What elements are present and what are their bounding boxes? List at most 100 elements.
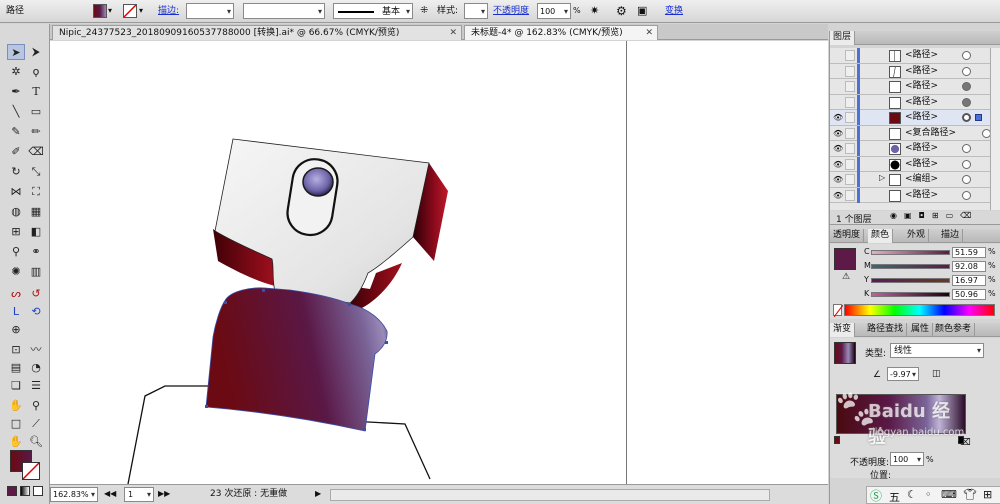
horizontal-scrollbar[interactable] bbox=[330, 489, 770, 501]
stroke-dropdown-icon[interactable]: ▾ bbox=[139, 3, 143, 19]
variable-width-dropdown[interactable] bbox=[243, 3, 325, 20]
target-icon[interactable] bbox=[962, 144, 971, 153]
align-stroke-icon[interactable]: ⁜ bbox=[420, 3, 428, 19]
gradient-tool-icon[interactable]: ◧ bbox=[27, 224, 45, 240]
tab-document-1[interactable]: Nipic_24377523_20180909160537788000 [转换]… bbox=[52, 25, 462, 40]
eye-icon[interactable]: 👁︎ bbox=[833, 144, 843, 154]
direct-selection-tool-icon[interactable]: ⮞ bbox=[27, 44, 45, 60]
close-icon[interactable]: ✕ bbox=[645, 26, 653, 40]
gradient-opacity-input[interactable]: 100 bbox=[890, 452, 924, 466]
keyboard-icon[interactable]: ⌨ bbox=[941, 488, 957, 501]
tab-transparency[interactable]: 透明度 bbox=[830, 229, 865, 243]
pen-tool-icon[interactable]: ✒ bbox=[7, 84, 25, 100]
layer-action-icons[interactable]: ◉▣◘⊞▭⌫ bbox=[890, 211, 978, 220]
puppet-tool-icon[interactable]: ✋ bbox=[7, 398, 25, 414]
layers-scrollbar[interactable] bbox=[990, 48, 1000, 210]
layer-row[interactable]: 👁︎ <路径> bbox=[830, 110, 990, 126]
measure-tool-icon[interactable]: ⚲ bbox=[27, 398, 45, 414]
artboard-prev-icon[interactable]: ◀◀ bbox=[104, 487, 116, 502]
eye-icon[interactable]: 👁︎ bbox=[833, 175, 843, 185]
eye-icon[interactable]: 👁︎ bbox=[833, 160, 843, 170]
type-tool-icon[interactable]: T bbox=[27, 84, 45, 100]
layer-row[interactable]: <路径> bbox=[830, 79, 990, 95]
eyedropper-tool-icon[interactable]: ⚲ bbox=[7, 244, 25, 260]
target-icon[interactable] bbox=[962, 159, 971, 169]
column-graph-tool-icon[interactable]: ▥ bbox=[27, 264, 45, 280]
layer-row[interactable]: <路径> bbox=[830, 63, 990, 79]
tab-attributes[interactable]: 属性 bbox=[908, 323, 934, 337]
layer-row[interactable]: 👁︎ ▷ <编组> bbox=[830, 172, 990, 188]
user-icon[interactable]: 👕︎ bbox=[963, 488, 977, 501]
target-icon[interactable] bbox=[962, 97, 971, 107]
paintbrush-tool-icon[interactable]: ✎ bbox=[7, 124, 25, 140]
recolor-artwork-icon[interactable]: ✷ bbox=[590, 3, 599, 19]
chart-tool-icon[interactable]: ◔ bbox=[27, 360, 45, 376]
artboard-tool-icon[interactable]: ⊡ bbox=[7, 342, 25, 358]
graphic-style-dropdown[interactable] bbox=[464, 3, 488, 20]
opacity-input[interactable]: 100 bbox=[537, 3, 571, 20]
out-of-gamut-icon[interactable]: ⚠ bbox=[842, 272, 850, 282]
add-anchor-point-tool-icon[interactable]: ↺ bbox=[27, 286, 45, 302]
zoom-tool-icon[interactable]: 🔍︎ bbox=[27, 434, 45, 450]
reshape-tool-icon[interactable]: ⟲ bbox=[27, 304, 45, 320]
rectangle-tool-icon[interactable]: ▭ bbox=[27, 104, 45, 120]
ime-mode[interactable]: 五 bbox=[889, 489, 900, 504]
cyan-input[interactable]: 51.59 bbox=[952, 247, 986, 258]
tab-color[interactable]: 颜色 bbox=[868, 229, 894, 243]
rotate-tool-icon[interactable]: ↻ bbox=[7, 164, 25, 180]
color-spectrum-bar[interactable] bbox=[844, 304, 995, 316]
fill-dropdown-icon[interactable]: ▾ bbox=[108, 3, 112, 19]
gradient-mode-icon[interactable] bbox=[20, 486, 30, 496]
gradient-preview-swatch[interactable] bbox=[834, 342, 856, 364]
eye-icon[interactable]: 👁︎ bbox=[833, 191, 843, 201]
warp-tool-icon[interactable]: 〰 bbox=[27, 342, 45, 358]
grid-icon[interactable]: ⊞ bbox=[983, 488, 992, 501]
shape-builder-tool-icon[interactable]: ◍ bbox=[7, 204, 25, 220]
magenta-slider[interactable] bbox=[871, 264, 950, 269]
target-icon[interactable] bbox=[962, 66, 971, 76]
yellow-slider[interactable] bbox=[871, 278, 950, 283]
yellow-input[interactable]: 16.97 bbox=[952, 275, 986, 286]
tab-color-guide[interactable]: 颜色参考 bbox=[932, 323, 976, 337]
anchor-point-tool-icon[interactable]: ᔕ bbox=[7, 286, 25, 302]
transform-link[interactable]: 变换 bbox=[665, 3, 683, 19]
tab-pathfinder[interactable]: 路径查找 bbox=[864, 323, 908, 337]
layer-row[interactable]: 👁︎ <复合路径> bbox=[830, 125, 991, 141]
color-mode-icon[interactable] bbox=[7, 486, 17, 496]
stroke-label-link[interactable]: 描边: bbox=[158, 3, 179, 19]
layer-stack-tool-icon[interactable]: ❏ bbox=[7, 378, 25, 394]
hand-tool-icon[interactable]: ✋ bbox=[7, 434, 25, 450]
lasso-tool-icon[interactable]: ϙ bbox=[27, 64, 45, 80]
list-tool-icon[interactable]: ☰ bbox=[27, 378, 45, 394]
none-color-icon[interactable] bbox=[833, 304, 843, 317]
eraser-tool-icon[interactable]: ⌫ bbox=[27, 144, 45, 160]
expand-arrow-icon[interactable]: ▷ bbox=[879, 173, 885, 182]
layer-row[interactable]: <路径> bbox=[830, 48, 990, 64]
layer-row[interactable]: <路径> bbox=[830, 94, 990, 110]
opacity-label-link[interactable]: 不透明度 bbox=[493, 3, 529, 19]
perspective-grid-tool-icon[interactable]: ▦ bbox=[27, 204, 45, 220]
target-icon[interactable] bbox=[962, 190, 971, 200]
blob-brush-tool-icon[interactable]: ✐ bbox=[7, 144, 25, 160]
none-mode-icon[interactable] bbox=[33, 486, 43, 496]
black-input[interactable]: 50.96 bbox=[952, 289, 986, 300]
convert-anchor-tool-icon[interactable]: ᒪ bbox=[7, 304, 25, 320]
artboard-next-icon[interactable]: ▶▶ bbox=[158, 487, 170, 502]
settings-icon[interactable]: ⚙ bbox=[616, 3, 627, 19]
angle-input[interactable]: -9.97 bbox=[887, 367, 919, 381]
target-icon[interactable] bbox=[962, 82, 971, 91]
free-transform-tool-icon[interactable]: ⛶ bbox=[27, 184, 45, 200]
artboard-frame-tool-icon[interactable]: □ bbox=[7, 416, 25, 432]
artboard-number-input[interactable]: 1 bbox=[124, 487, 154, 502]
delete-stop-icon[interactable]: ⌫ bbox=[958, 438, 971, 448]
slice-tool-icon[interactable]: ▤ bbox=[7, 360, 25, 376]
target-icon[interactable] bbox=[962, 51, 971, 60]
eye-icon[interactable]: 👁︎ bbox=[833, 129, 843, 139]
knife-tool-icon[interactable]: ⟋ bbox=[27, 416, 45, 432]
brush-dropdown[interactable]: 基本 bbox=[333, 3, 413, 20]
stroke-weight-dropdown[interactable] bbox=[186, 3, 234, 20]
symbol-sprayer-tool-icon[interactable]: ✺ bbox=[7, 264, 25, 280]
layer-row[interactable]: 👁︎ <路径> bbox=[830, 141, 990, 157]
eye-icon[interactable]: 👁︎ bbox=[833, 113, 843, 123]
pencil-tool-icon[interactable]: ✏ bbox=[27, 124, 45, 140]
